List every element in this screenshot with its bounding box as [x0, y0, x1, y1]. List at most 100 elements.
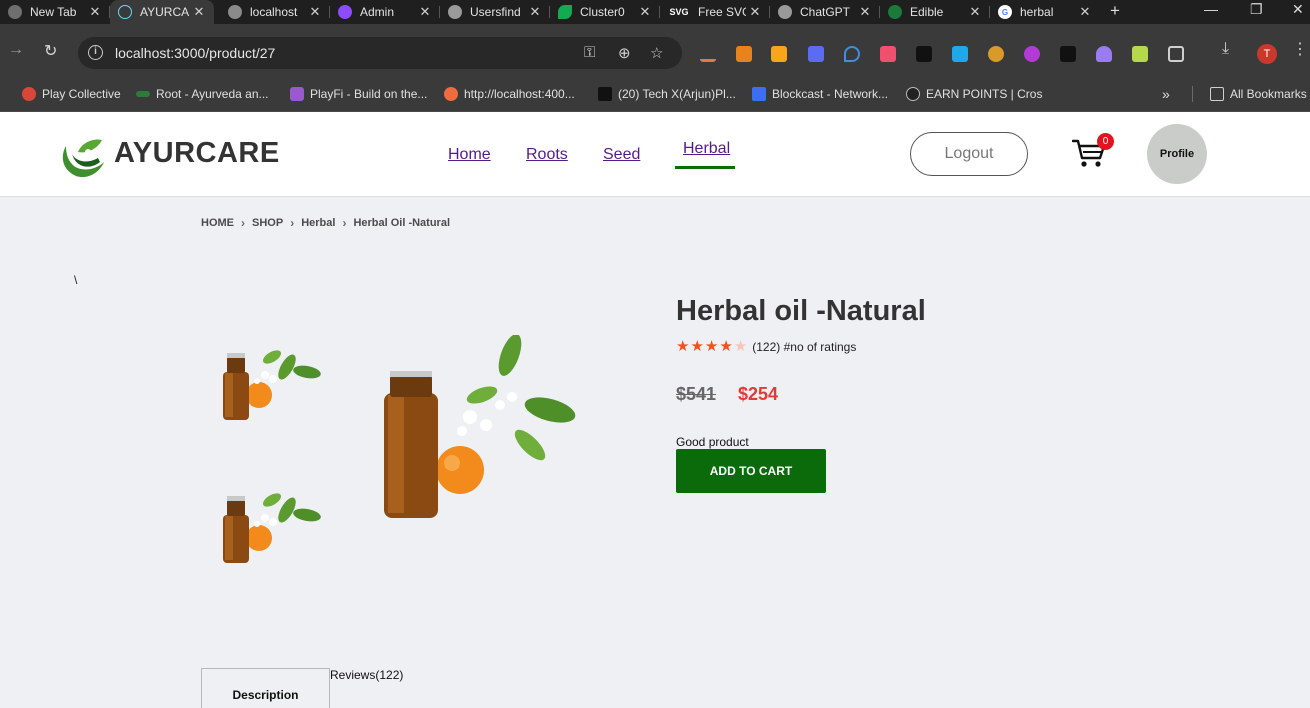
- extension-icon[interactable]: [771, 46, 787, 62]
- logout-button[interactable]: Logout: [910, 132, 1028, 176]
- react-icon: [118, 5, 132, 19]
- forward-arrow-icon[interactable]: →: [8, 41, 24, 59]
- brand-name[interactable]: AYURCARE: [114, 137, 280, 170]
- breadcrumb-category[interactable]: Herbal: [301, 217, 335, 229]
- tab-description[interactable]: Description: [201, 668, 330, 708]
- product-thumbnail[interactable]: [207, 327, 327, 437]
- extension-icon[interactable]: [988, 46, 1004, 62]
- site-info-icon[interactable]: i: [88, 45, 103, 60]
- extension-icon[interactable]: [1060, 46, 1076, 62]
- x-icon[interactable]: [916, 46, 932, 62]
- reload-icon[interactable]: ↻: [44, 41, 57, 61]
- address-bar[interactable]: i localhost:3000/product/27 ⚿ ⊕ ☆: [78, 37, 682, 69]
- nav-seed[interactable]: Seed: [603, 146, 640, 164]
- rating-stars: ★ ★ ★ ★ ★ (122) #no of ratings: [676, 338, 856, 355]
- breadcrumb-home[interactable]: HOME: [201, 217, 234, 229]
- zoom-icon[interactable]: ⊕: [618, 44, 631, 62]
- svg-icon: SVG: [668, 5, 690, 19]
- metamask-icon[interactable]: [736, 46, 752, 62]
- bookmark-favicon-icon: [444, 87, 458, 101]
- nav-home[interactable]: Home: [448, 146, 491, 164]
- close-icon[interactable]: ✕: [1076, 4, 1094, 20]
- ayurcare-logo-icon[interactable]: [58, 132, 106, 178]
- add-to-cart-button[interactable]: ADD TO CART: [676, 449, 826, 493]
- x-icon: [598, 87, 612, 101]
- window-close-icon[interactable]: ✕: [1292, 1, 1304, 18]
- star-filled-icon: ★: [719, 338, 733, 355]
- bookmark-item[interactable]: Play Collective: [22, 84, 121, 104]
- extension-icon[interactable]: [880, 46, 896, 62]
- bookmark-item[interactable]: PlayFi - Build on the...: [290, 84, 427, 104]
- close-icon[interactable]: ✕: [526, 4, 544, 20]
- browser-tab[interactable]: Admin ✕: [330, 0, 440, 24]
- key-icon[interactable]: ⚿: [584, 44, 595, 61]
- download-icon[interactable]: ⤓: [1222, 40, 1229, 58]
- bookmark-item[interactable]: EARN POINTS | Cros: [906, 84, 1042, 104]
- browser-profile-avatar[interactable]: T: [1257, 44, 1277, 64]
- bookmark-favicon-icon: [906, 87, 920, 101]
- close-icon[interactable]: ✕: [966, 4, 984, 20]
- edible-icon: [888, 5, 902, 19]
- star-empty-icon: ★: [733, 338, 748, 355]
- close-icon[interactable]: ✕: [190, 4, 208, 20]
- bookmark-item[interactable]: http://localhost:400...: [444, 84, 575, 104]
- tab-favicon-icon: [8, 5, 22, 19]
- bookmark-item[interactable]: (20) Tech X(Arjun)Pl...: [598, 84, 736, 104]
- vite-icon: [338, 5, 352, 19]
- kebab-menu-icon[interactable]: ⋮: [1292, 39, 1308, 59]
- puzzle-icon[interactable]: [1168, 46, 1184, 62]
- chevron-right-icon: ›: [241, 216, 245, 230]
- tab-reviews[interactable]: Reviews(122): [330, 668, 403, 682]
- bookmark-favicon-icon: [752, 87, 766, 101]
- breadcrumb-shop[interactable]: SHOP: [252, 217, 283, 229]
- openai-icon: [778, 5, 792, 19]
- bookmark-item[interactable]: Root - Ayurveda an...: [136, 84, 269, 104]
- all-bookmarks[interactable]: All Bookmarks: [1210, 84, 1307, 104]
- extension-icon[interactable]: [952, 46, 968, 62]
- close-icon[interactable]: ✕: [416, 4, 434, 20]
- browser-tab[interactable]: Usersfind ✕: [440, 0, 550, 24]
- active-nav-indicator: [675, 166, 735, 169]
- nav-herbal[interactable]: Herbal: [683, 140, 730, 158]
- extension-icon[interactable]: [1096, 46, 1112, 62]
- new-tab-button[interactable]: +: [1110, 1, 1128, 21]
- tab-title: AYURCARE: [140, 5, 190, 19]
- browser-tab[interactable]: ChatGPT ✕: [770, 0, 880, 24]
- product-thumbnail[interactable]: [207, 470, 327, 580]
- bookmark-item[interactable]: Blockcast - Network...: [752, 84, 888, 104]
- drop-icon[interactable]: [844, 46, 860, 62]
- nav-roots[interactable]: Roots: [526, 146, 568, 164]
- close-icon[interactable]: ✕: [636, 4, 654, 20]
- close-icon[interactable]: ✕: [856, 4, 874, 20]
- browser-tab[interactable]: Cluster0 ✕: [550, 0, 660, 24]
- divider: [1192, 86, 1193, 102]
- site-header: AYURCARE Home Roots Seed Herbal Logout 0…: [0, 112, 1310, 197]
- product-description: Good product: [676, 435, 749, 449]
- more-bookmarks-icon[interactable]: »: [1162, 84, 1170, 104]
- bookmark-favicon-icon: [22, 87, 36, 101]
- profile-button[interactable]: Profile: [1147, 124, 1207, 184]
- star-filled-icon: ★: [690, 338, 704, 355]
- extension-icon[interactable]: [1132, 46, 1148, 62]
- browser-tab[interactable]: SVG Free SVG ✕: [660, 0, 770, 24]
- tab-title: Usersfind: [470, 5, 521, 19]
- extension-icon[interactable]: [1024, 46, 1040, 62]
- bookmark-star-icon[interactable]: ☆: [650, 44, 663, 62]
- bookmark-favicon-icon: [290, 87, 304, 101]
- mongodb-leaf-icon: [558, 5, 572, 19]
- extension-icon[interactable]: [700, 46, 716, 62]
- restore-icon[interactable]: ❐: [1250, 1, 1263, 18]
- extension-icon[interactable]: [808, 46, 824, 62]
- chevron-right-icon: ›: [342, 216, 347, 230]
- browser-tab[interactable]: G herbal ✕: [990, 0, 1100, 24]
- address-url[interactable]: localhost:3000/product/27: [115, 45, 275, 61]
- original-price: $541: [676, 384, 717, 404]
- browser-tab[interactable]: localhost ✕: [220, 0, 330, 24]
- close-icon[interactable]: ✕: [306, 4, 324, 20]
- browser-tab[interactable]: New Tab ✕: [0, 0, 110, 24]
- close-icon[interactable]: ✕: [746, 4, 764, 20]
- minimize-icon[interactable]: —: [1204, 1, 1218, 17]
- browser-tab[interactable]: Edible ✕: [880, 0, 990, 24]
- browser-tab-active[interactable]: AYURCARE ✕: [110, 0, 214, 24]
- close-icon[interactable]: ✕: [86, 4, 104, 20]
